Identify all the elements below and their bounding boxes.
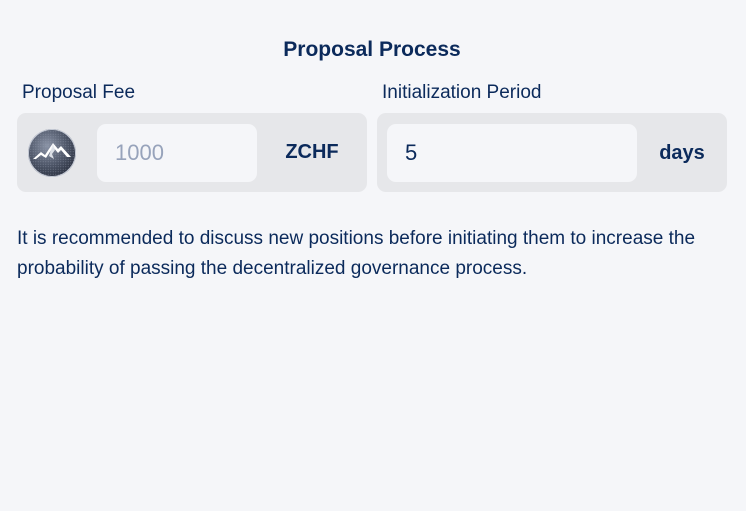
initialization-period-input[interactable]: [387, 123, 637, 182]
proposal-fee-field: Proposal Fee 1000 ZCHF: [17, 82, 367, 192]
zchf-mountain-coin-icon: [28, 128, 76, 177]
initialization-period-input-box: days: [377, 113, 727, 192]
proposal-fee-input-box: ZCHF: [17, 113, 367, 192]
proposal-fee-label: Proposal Fee: [22, 82, 136, 103]
proposal-process-card: Proposal Process Proposal Fee 1000 ZCHF …: [0, 0, 746, 511]
recommendation-note: It is recommended to discuss new positio…: [17, 228, 696, 279]
currency-label: ZCHF: [285, 141, 339, 163]
initialization-period-field: Initialization Period days: [377, 82, 727, 192]
initialization-period-label: Initialization Period: [382, 82, 542, 103]
proposal-fee-input[interactable]: [97, 123, 257, 182]
fields-row: Proposal Fee 1000 ZCHF Initialization Pe…: [17, 82, 727, 192]
section-title: Proposal Process: [283, 38, 461, 61]
days-unit-label: days: [659, 142, 705, 164]
